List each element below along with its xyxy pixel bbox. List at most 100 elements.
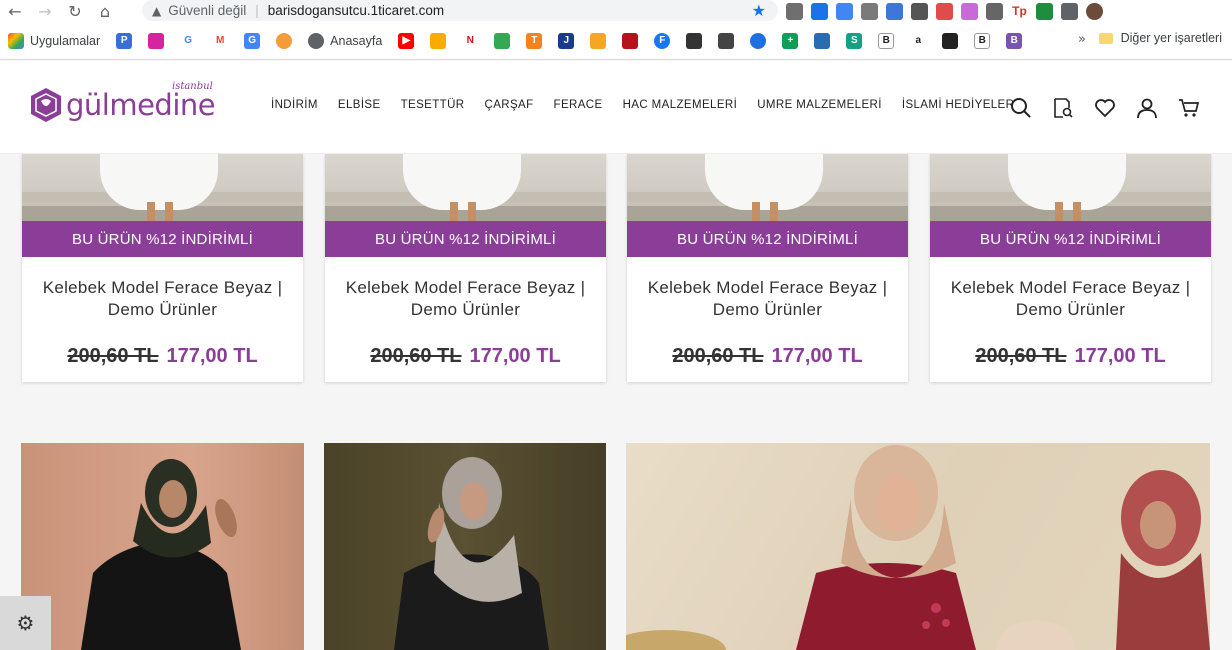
bookmark-item[interactable]: +	[774, 31, 799, 51]
user-icon[interactable]	[1134, 95, 1160, 121]
extension-icon[interactable]	[936, 2, 953, 20]
product-prices: 200,60 TL 177,00 TL	[627, 345, 908, 368]
bookmark-item[interactable]: G	[236, 31, 261, 51]
extension-icon[interactable]	[886, 2, 903, 20]
bookmark-item[interactable]	[934, 31, 959, 51]
bookmark-item[interactable]: J	[550, 31, 575, 51]
product-image[interactable]	[627, 154, 908, 221]
address-bar[interactable]: ▲ Güvenli değil | barisdogansutcu.1ticar…	[142, 0, 778, 21]
product-title[interactable]: Kelebek Model Ferace Beyaz | Demo Ürünle…	[32, 277, 293, 321]
forward-icon[interactable]: →	[30, 0, 60, 22]
bookmark-item[interactable]	[486, 31, 511, 51]
extension-icon[interactable]	[961, 2, 978, 20]
settings-extension-icon[interactable]	[986, 2, 1003, 20]
bookmark-item[interactable]	[140, 31, 165, 51]
back-icon[interactable]: ←	[0, 0, 30, 22]
site-logo[interactable]: gülmedine istanbul	[30, 81, 216, 123]
bookmark-item[interactable]	[678, 31, 703, 51]
url-text: barisdogansutcu.1ticaret.com	[267, 3, 445, 18]
old-price: 200,60 TL	[975, 345, 1067, 367]
promo-banner[interactable]	[21, 443, 304, 650]
bookmark-s-icon: S	[846, 32, 863, 49]
bookmark-red-icon	[622, 32, 639, 49]
product-image[interactable]	[930, 154, 1211, 221]
menu-item-tesettur[interactable]: TESETTÜR	[401, 99, 465, 111]
avatar[interactable]	[1086, 2, 1103, 20]
bookmark-item[interactable]: P	[108, 31, 133, 51]
menu-item-ferace[interactable]: FERACE	[554, 99, 603, 111]
site-header: gülmedine istanbul İNDİRİM ELBİSE TESETT…	[0, 61, 1232, 154]
bookmark-item[interactable]	[614, 31, 639, 51]
bookmark-item[interactable]: G	[172, 31, 197, 51]
product-prices: 200,60 TL 177,00 TL	[325, 345, 606, 368]
bookmark-anasayfa[interactable]: Anasayfa	[300, 31, 382, 51]
bookmark-apps[interactable]: Uygulamalar	[0, 31, 100, 51]
extension-icon[interactable]	[861, 2, 878, 20]
bookmark-item[interactable]	[710, 31, 735, 51]
gmail-icon: M	[212, 32, 229, 49]
paw-icon	[590, 32, 607, 49]
bookmark-t-icon: T	[526, 32, 543, 49]
bookmark-item[interactable]: N	[454, 31, 479, 51]
bookmark-item[interactable]	[742, 31, 767, 51]
product-card[interactable]: BU ÜRÜN %12 İNDİRİMLİ Kelebek Model Fera…	[325, 154, 606, 382]
search-icon[interactable]	[1008, 95, 1034, 121]
settings-gear-icon[interactable]: ⚙	[0, 596, 51, 650]
bookmark-item[interactable]: F	[646, 31, 671, 51]
extension-icon[interactable]	[911, 2, 928, 20]
menu-item-carsaf[interactable]: ÇARŞAF	[484, 99, 533, 111]
old-price: 200,60 TL	[672, 345, 764, 367]
bookmark-item[interactable]	[582, 31, 607, 51]
product-title[interactable]: Kelebek Model Ferace Beyaz | Demo Ürünle…	[335, 277, 596, 321]
product-title[interactable]: Kelebek Model Ferace Beyaz | Demo Ürünle…	[940, 277, 1201, 321]
product-image[interactable]	[22, 154, 303, 221]
bookmark-item[interactable]: S	[838, 31, 863, 51]
bookmark-item[interactable]: a	[902, 31, 927, 51]
menu-item-indirim[interactable]: İNDİRİM	[271, 99, 318, 111]
product-card[interactable]: BU ÜRÜN %12 İNDİRİMLİ Kelebek Model Fera…	[930, 154, 1211, 382]
puzzle-icon[interactable]	[1061, 2, 1078, 20]
product-image[interactable]	[325, 154, 606, 221]
analytics-icon	[430, 32, 447, 49]
amazon-icon: a	[910, 32, 927, 49]
bookmark-label: Anasayfa	[330, 33, 383, 48]
menu-item-hac[interactable]: HAC MALZEMELERİ	[623, 99, 738, 111]
bookmark-item[interactable]	[422, 31, 447, 51]
tp-icon[interactable]: Tp	[1011, 2, 1028, 20]
bookmark-item[interactable]: ▶	[390, 31, 415, 51]
product-card[interactable]: BU ÜRÜN %12 İNDİRİMLİ Kelebek Model Fera…	[22, 154, 303, 382]
other-bookmarks[interactable]: Diğer yer işaretleri	[1098, 31, 1222, 45]
other-bookmarks-label: Diğer yer işaretleri	[1120, 31, 1222, 45]
bookmark-item[interactable]	[268, 31, 293, 51]
bookmark-dark-icon	[942, 32, 959, 49]
cart-icon[interactable]	[1176, 95, 1202, 121]
shield-icon[interactable]	[1036, 2, 1053, 20]
bookmark-item[interactable]: M	[204, 31, 229, 51]
heart-icon[interactable]	[1092, 95, 1118, 121]
old-price: 200,60 TL	[67, 345, 159, 367]
bookmark-item[interactable]: B	[998, 31, 1023, 51]
screenshot-icon[interactable]	[811, 2, 828, 20]
bookmark-item[interactable]: B	[870, 31, 895, 51]
promo-banner[interactable]	[324, 443, 606, 650]
bookmark-dark-icon	[718, 32, 735, 49]
reload-icon[interactable]: ↻	[60, 0, 90, 22]
menu-item-islami-hediyeler[interactable]: İSLAMİ HEDİYELER	[902, 99, 1015, 111]
menu-item-umre[interactable]: UMRE MALZEMELERİ	[757, 99, 882, 111]
product-card[interactable]: BU ÜRÜN %12 İNDİRİMLİ Kelebek Model Fera…	[627, 154, 908, 382]
product-title[interactable]: Kelebek Model Ferace Beyaz | Demo Ürünle…	[637, 277, 898, 321]
warning-icon: ▲	[152, 3, 162, 18]
order-tracking-icon[interactable]	[1050, 95, 1076, 121]
extension-icon[interactable]	[836, 2, 853, 20]
bookmark-item[interactable]	[806, 31, 831, 51]
bookmark-j-icon: J	[558, 32, 575, 49]
chevron-right-icon[interactable]: »	[1078, 32, 1086, 47]
home-icon[interactable]: ⌂	[90, 0, 120, 22]
bookmark-item[interactable]: B	[966, 31, 991, 51]
logo-icon	[31, 88, 61, 122]
star-icon[interactable]: ★	[752, 1, 766, 20]
camera-icon[interactable]	[786, 2, 803, 20]
bookmark-item[interactable]: T	[518, 31, 543, 51]
menu-item-elbise[interactable]: ELBİSE	[338, 99, 381, 111]
promo-banner[interactable]	[626, 443, 1210, 650]
